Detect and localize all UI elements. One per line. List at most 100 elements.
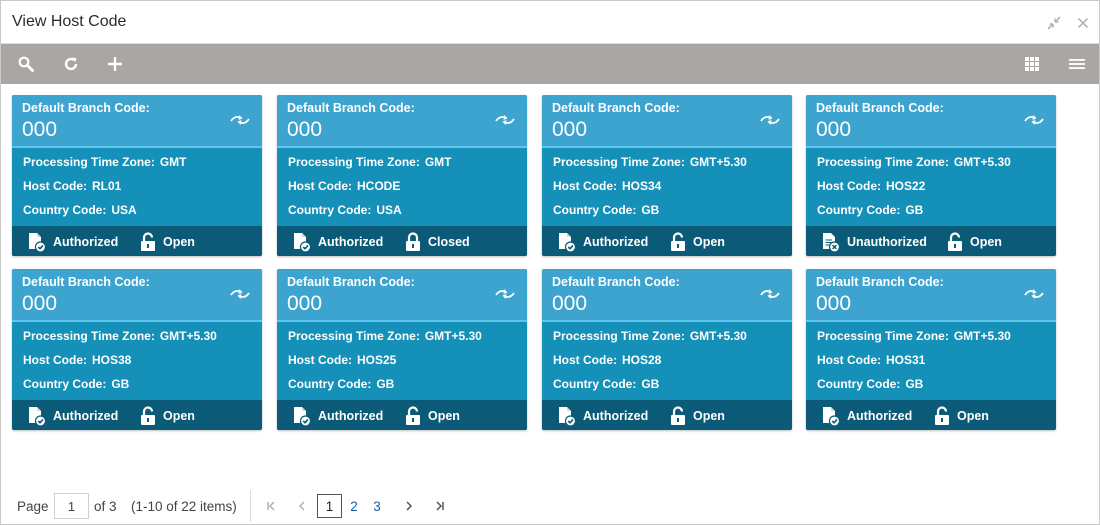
country-code-value: GB [111, 377, 130, 391]
lock-open-icon [671, 406, 685, 425]
authorization-status-text: Authorized [53, 235, 119, 249]
first-page-button[interactable] [263, 497, 279, 515]
card-body: Processing Time Zone: GMT+5.30 Host Code: H… [542, 148, 792, 226]
previous-page-button[interactable] [294, 497, 310, 515]
record-status: Closed [404, 232, 470, 252]
host-code-card[interactable]: Default Branch Code: 000 Processing Time Z… [12, 95, 262, 256]
default-branch-code-value: 000 [552, 118, 588, 141]
swap-icon[interactable] [228, 112, 252, 128]
country-code-label: Country Code: [288, 203, 372, 217]
processing-time-zone-label: Processing Time Zone: [288, 329, 420, 343]
authorization-status-text: Authorized [583, 235, 649, 249]
lock-open-icon [141, 232, 155, 251]
last-page-button[interactable] [432, 497, 448, 515]
add-icon [108, 57, 122, 71]
country-code-row: Country Code: GB [288, 377, 394, 391]
record-status: Open [669, 232, 725, 252]
host-code-row: Host Code: HOS28 [553, 353, 661, 367]
card-body: Processing Time Zone: GMT+5.30 Host Code: H… [542, 322, 792, 400]
chevron-left-icon [298, 501, 305, 511]
authorization-status-text: Authorized [583, 409, 649, 423]
page-3-button[interactable]: 3 [365, 494, 389, 518]
default-branch-code-label: Default Branch Code: [287, 275, 415, 289]
refresh-button[interactable] [59, 53, 83, 75]
country-code-row: Country Code: GB [23, 377, 129, 391]
authorization-status: Authorized [292, 406, 383, 426]
list-view-button[interactable] [1065, 53, 1089, 75]
swap-icon[interactable] [493, 286, 517, 302]
grid-view-icon [1025, 57, 1039, 71]
host-code-row: Host Code: HOS38 [23, 353, 131, 367]
host-code-card[interactable]: Default Branch Code: 000 Processing Time Z… [277, 269, 527, 430]
search-button[interactable] [14, 53, 38, 75]
collapse-icon [1047, 16, 1061, 30]
default-branch-code-label: Default Branch Code: [22, 101, 150, 115]
host-code-value: HOS38 [92, 353, 132, 367]
host-code-card[interactable]: Default Branch Code: 000 Processing Time Z… [806, 269, 1056, 430]
swap-icon[interactable] [758, 286, 782, 302]
authorization-status-text: Authorized [847, 409, 913, 423]
window-title: View Host Code [12, 13, 127, 30]
processing-time-zone-value: GMT+5.30 [953, 329, 1011, 343]
swap-icon[interactable] [493, 112, 517, 128]
add-button[interactable] [103, 53, 127, 75]
card-footer: Unauthorized Open [806, 226, 1056, 256]
country-code-row: Country Code: USA [288, 203, 402, 217]
swap-icon[interactable] [1022, 286, 1046, 302]
country-code-label: Country Code: [553, 203, 637, 217]
page-number-input[interactable] [54, 493, 89, 519]
country-code-label: Country Code: [23, 377, 107, 391]
processing-time-zone-value: GMT [424, 155, 452, 169]
host-code-value: HOS31 [886, 353, 926, 367]
minimize-button[interactable] [1044, 13, 1064, 33]
default-branch-code-value: 000 [816, 118, 852, 141]
page-1-button[interactable]: 1 [317, 494, 342, 518]
host-code-card[interactable]: Default Branch Code: 000 Processing Time Z… [542, 269, 792, 430]
items-summary: (1-10 of 22 items) [131, 499, 237, 514]
list-view-icon [1069, 59, 1085, 69]
record-status-text: Closed [428, 235, 470, 249]
processing-time-zone-value: GMT+5.30 [689, 155, 747, 169]
host-code-card[interactable]: Default Branch Code: 000 Processing Time Z… [542, 95, 792, 256]
processing-time-zone-value: GMT+5.30 [424, 329, 482, 343]
first-page-icon [267, 501, 275, 511]
authorized-icon [559, 407, 577, 426]
host-code-label: Host Code: [23, 353, 87, 367]
authorization-status-text: Unauthorized [847, 235, 927, 249]
authorized-icon [294, 233, 312, 252]
host-code-label: Host Code: [288, 179, 352, 193]
host-code-card[interactable]: Default Branch Code: 000 Processing Time Z… [12, 269, 262, 430]
lock-open-icon [948, 232, 962, 251]
default-branch-code-label: Default Branch Code: [816, 275, 944, 289]
grid-view-button[interactable] [1020, 53, 1044, 75]
lock-open-icon [141, 406, 155, 425]
host-code-card[interactable]: Default Branch Code: 000 Processing Time Z… [806, 95, 1056, 256]
country-code-value: GB [905, 203, 924, 217]
record-status: Open [139, 232, 195, 252]
host-code-value: HOS34 [622, 179, 662, 193]
host-code-row: Host Code: RL01 [23, 179, 121, 193]
page-count: of 3 [94, 499, 117, 514]
swap-icon[interactable] [758, 112, 782, 128]
country-code-value: GB [905, 377, 924, 391]
swap-icon[interactable] [228, 286, 252, 302]
host-code-row: Host Code: HOS31 [817, 353, 925, 367]
host-code-label: Host Code: [23, 179, 87, 193]
country-code-label: Country Code: [817, 203, 901, 217]
close-button[interactable] [1073, 13, 1093, 33]
country-code-label: Country Code: [288, 377, 372, 391]
processing-time-zone-label: Processing Time Zone: [553, 155, 685, 169]
default-branch-code-value: 000 [816, 292, 852, 315]
authorization-status: Authorized [557, 406, 648, 426]
page-label: Page [17, 499, 49, 514]
host-code-row: Host Code: HOS22 [817, 179, 925, 193]
next-page-button[interactable] [401, 497, 417, 515]
country-code-row: Country Code: GB [553, 377, 659, 391]
unauthorized-icon [823, 233, 841, 252]
processing-time-zone-row: Processing Time Zone: GMT+5.30 [817, 155, 1011, 169]
lock-closed-icon [406, 232, 420, 251]
swap-icon[interactable] [1022, 112, 1046, 128]
host-code-card[interactable]: Default Branch Code: 000 Processing Time Z… [277, 95, 527, 256]
default-branch-code-value: 000 [287, 118, 323, 141]
page-2-button[interactable]: 2 [342, 494, 366, 518]
